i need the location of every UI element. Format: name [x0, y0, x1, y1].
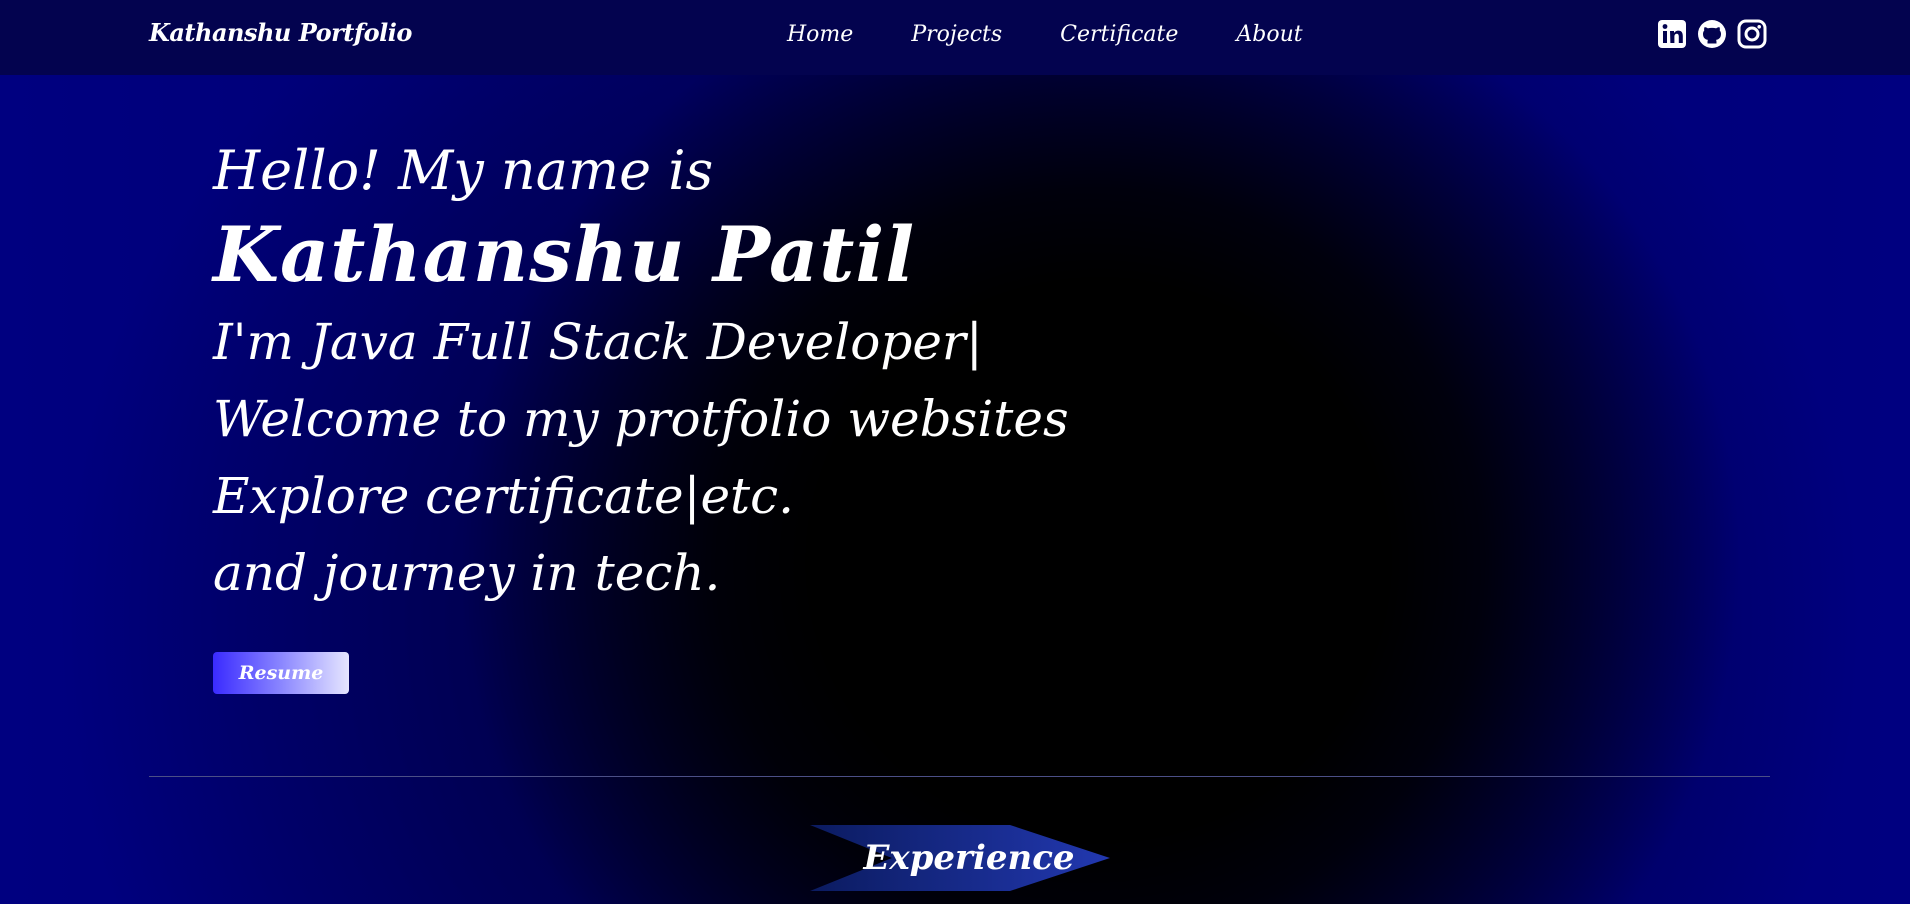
top-navbar: Kathanshu Portfolio Home Projects Certif… [0, 0, 1910, 75]
hero-role-line: I'm Java Full Stack Developer| [213, 313, 983, 371]
nav-link-about[interactable]: About [1236, 22, 1302, 47]
instagram-icon[interactable] [1737, 19, 1767, 49]
nav-link-certificate[interactable]: Certificate [1060, 22, 1178, 47]
hero-name: Kathanshu Patil [213, 210, 916, 299]
hero-welcome-line: Welcome to my protfolio websites [213, 390, 1069, 448]
hero-greeting: Hello! My name is [213, 139, 714, 202]
nav-link-projects[interactable]: Projects [911, 22, 1002, 47]
hero-section: Hello! My name is Kathanshu Patil I'm Ja… [213, 136, 1069, 612]
linkedin-icon[interactable] [1657, 19, 1687, 49]
nav-link-home[interactable]: Home [787, 22, 853, 47]
nav-links: Home Projects Certificate About [787, 22, 1361, 47]
experience-heading: Experience [863, 838, 1075, 878]
section-divider [149, 776, 1770, 777]
portfolio-page: Kathanshu Portfolio Home Projects Certif… [0, 0, 1910, 904]
github-icon[interactable] [1697, 19, 1727, 49]
social-links [1657, 19, 1767, 49]
resume-button[interactable]: Resume [213, 652, 349, 694]
brand-logo[interactable]: Kathanshu Portfolio [149, 18, 412, 47]
experience-banner: Experience [810, 825, 1110, 891]
hero-explore-line: Explore certificate|etc. [213, 467, 795, 525]
hero-journey-line: and journey in tech. [213, 544, 721, 602]
